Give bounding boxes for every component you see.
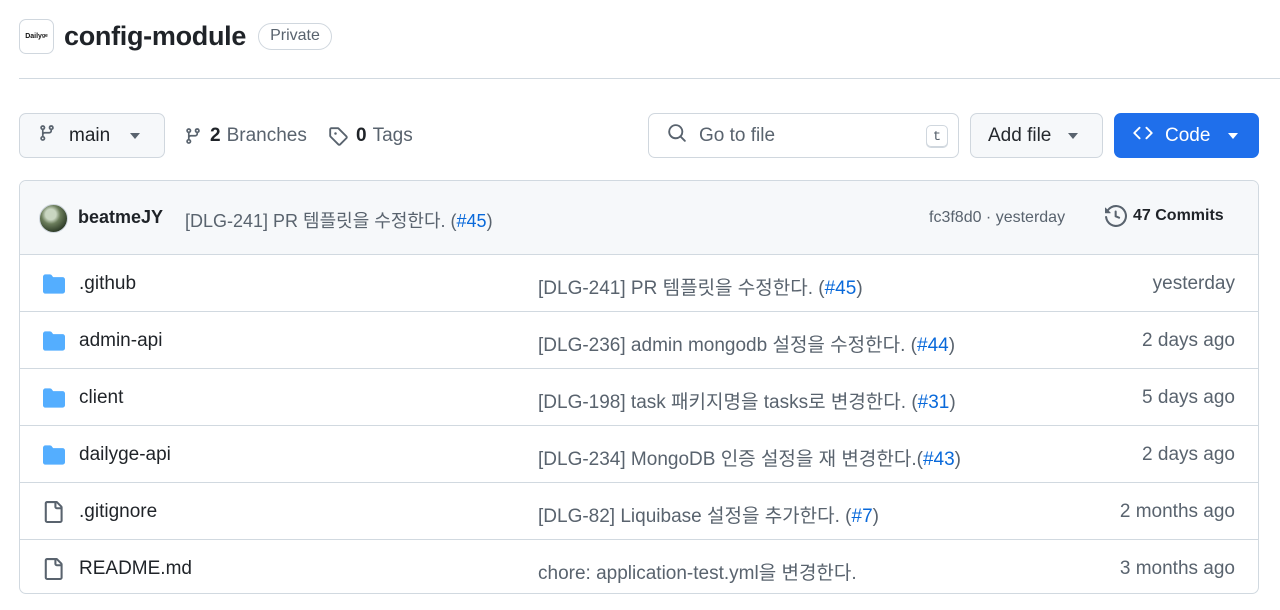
branch-name: main [69, 124, 111, 146]
latest-commit-message[interactable]: [DLG-241] PR 템플릿을 수정한다. (#45) [185, 207, 493, 233]
file-row[interactable]: dailyge-api [DLG-234] MongoDB 인증 설정을 재 변… [20, 426, 1258, 483]
repo-owner-logo[interactable]: Daily ge [19, 18, 54, 54]
message-suffix: ) [856, 278, 863, 299]
folder-icon [42, 444, 66, 471]
folder-icon [42, 387, 66, 414]
commits-history-link[interactable]: 47 Commits [1105, 205, 1224, 227]
message-text: chore: application-test.yml을 변경한다. [538, 563, 857, 584]
message-suffix: ) [954, 449, 961, 470]
pr-link[interactable]: #45 [825, 278, 857, 299]
commits-count: 47 Commits [1133, 207, 1224, 224]
file-commit-message[interactable]: [DLG-236] admin mongodb 설정을 수정한다. (#44) [538, 330, 955, 357]
commit-sha-time[interactable]: fc3f8d0 · yesterday [929, 209, 1065, 227]
repo-header: Daily ge config-module Private [19, 17, 332, 55]
commit-message-text: [DLG-241] PR 템플릿을 수정한다. ( [185, 211, 457, 231]
pr-link[interactable]: #45 [457, 211, 487, 231]
chevron-down-icon [1228, 132, 1239, 139]
tags-link[interactable]: 0 Tags [328, 113, 413, 158]
git-branch-icon [184, 126, 202, 146]
latest-commit-bar: beatmeJY [DLG-241] PR 템플릿을 수정한다. (#45) f… [20, 181, 1258, 255]
file-commit-date: 2 months ago [1119, 501, 1235, 522]
avatar[interactable] [39, 204, 68, 233]
file-name[interactable]: admin-api [79, 330, 162, 352]
file-commit-message[interactable]: [DLG-241] PR 템플릿을 수정한다. (#45) [538, 273, 863, 300]
code-label: Code [1165, 124, 1211, 146]
branches-label: Branches [226, 124, 307, 146]
file-name[interactable]: README.md [79, 558, 192, 580]
message-text: [DLG-241] PR 템플릿을 수정한다. ( [538, 278, 825, 299]
file-row[interactable]: README.md chore: application-test.yml을 변… [20, 540, 1258, 593]
branch-selector-button[interactable]: main [19, 113, 165, 158]
tags-count: 0 [356, 124, 367, 146]
file-commit-message[interactable]: [DLG-234] MongoDB 인증 설정을 재 변경한다.(#43) [538, 444, 961, 471]
message-suffix: ) [872, 506, 879, 527]
pr-link[interactable]: #31 [918, 392, 950, 413]
go-to-file-input[interactable] [699, 124, 899, 147]
keyboard-shortcut-hint: t [926, 125, 948, 148]
pr-link[interactable]: #44 [917, 335, 949, 356]
file-name[interactable]: .github [79, 273, 136, 295]
file-commit-date: 5 days ago [1142, 387, 1235, 408]
file-commit-date: yesterday [1152, 273, 1235, 294]
message-suffix: ) [949, 392, 956, 413]
folder-icon [42, 273, 66, 300]
tag-icon [328, 126, 348, 146]
message-text: [DLG-82] Liquibase 설정을 추가한다. ( [538, 506, 852, 527]
commit-message-suffix: ) [486, 211, 493, 231]
file-row[interactable]: client [DLG-198] task 패키지명을 tasks로 변경한다.… [20, 369, 1258, 426]
logo-text: Daily [25, 32, 42, 40]
message-text: [DLG-236] admin mongodb 설정을 수정한다. ( [538, 335, 917, 356]
history-icon [1105, 205, 1127, 227]
file-table: beatmeJY [DLG-241] PR 템플릿을 수정한다. (#45) f… [19, 180, 1259, 594]
file-icon [42, 501, 64, 528]
add-file-label: Add file [988, 124, 1052, 146]
message-suffix: ) [948, 335, 956, 356]
message-text: [DLG-234] MongoDB 인증 설정을 재 변경한다.( [538, 449, 923, 470]
code-icon [1132, 123, 1154, 149]
go-to-file-search[interactable]: t [648, 113, 959, 158]
file-commit-date: 2 days ago [1142, 444, 1235, 465]
branches-count: 2 [210, 124, 221, 146]
file-commit-message[interactable]: [DLG-82] Liquibase 설정을 추가한다. (#7) [538, 501, 879, 528]
file-commit-date: 2 days ago [1142, 330, 1235, 351]
commit-author[interactable]: beatmeJY [78, 207, 163, 228]
chevron-down-icon [1068, 132, 1079, 139]
file-row[interactable]: .gitignore [DLG-82] Liquibase 설정을 추가한다. … [20, 483, 1258, 540]
add-file-button[interactable]: Add file [970, 113, 1103, 158]
file-commit-date: 3 months ago [1119, 558, 1235, 579]
file-commit-message[interactable]: [DLG-198] task 패키지명을 tasks로 변경한다. (#31) [538, 387, 956, 414]
chevron-down-icon [130, 132, 141, 139]
visibility-badge: Private [258, 22, 332, 50]
search-icon [667, 123, 687, 148]
repo-name[interactable]: config-module [64, 21, 246, 52]
file-commit-message[interactable]: chore: application-test.yml을 변경한다. [538, 558, 857, 585]
folder-icon [42, 330, 66, 357]
file-row[interactable]: admin-api [DLG-236] admin mongodb 설정을 수정… [20, 312, 1258, 369]
file-name[interactable]: .gitignore [79, 501, 157, 523]
file-row[interactable]: .github [DLG-241] PR 템플릿을 수정한다. (#45) ye… [20, 255, 1258, 312]
header-divider [19, 78, 1280, 79]
pr-link[interactable]: #43 [923, 449, 955, 470]
file-name[interactable]: client [79, 387, 123, 409]
file-icon [42, 558, 64, 585]
message-text: [DLG-198] task 패키지명을 tasks로 변경한다. ( [538, 392, 918, 413]
branches-link[interactable]: 2 Branches [184, 113, 307, 158]
tags-label: Tags [372, 124, 413, 146]
file-name[interactable]: dailyge-api [79, 444, 171, 466]
logo-sub: ge [41, 33, 48, 39]
git-branch-icon [38, 123, 56, 149]
pr-link[interactable]: #7 [852, 506, 873, 527]
code-button[interactable]: Code [1114, 113, 1259, 158]
